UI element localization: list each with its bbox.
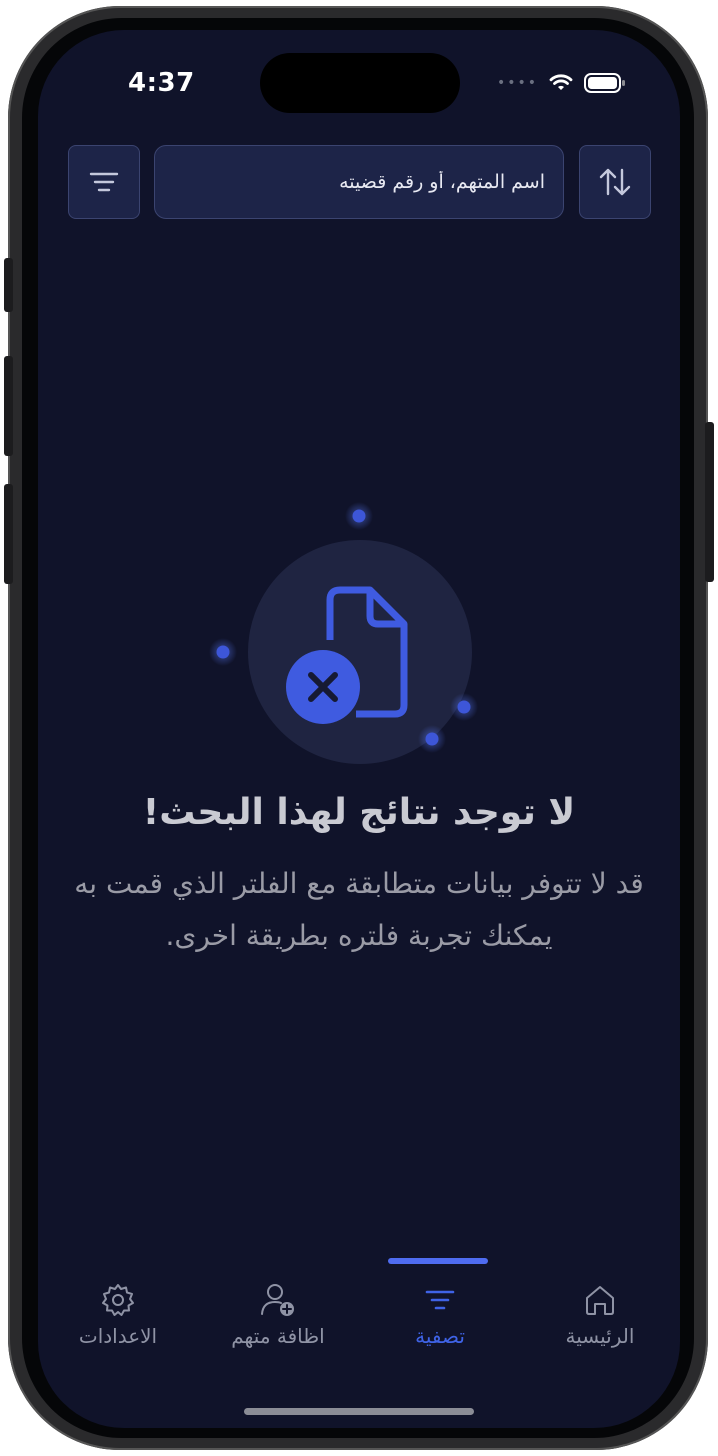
dynamic-island	[260, 53, 460, 113]
search-toolbar	[68, 145, 652, 221]
active-tab-indicator	[388, 1258, 488, 1264]
search-input[interactable]	[171, 170, 547, 194]
tab-add-accused[interactable]: اظافة متهم	[208, 1282, 348, 1382]
tab-settings[interactable]: الاعدادات	[48, 1282, 188, 1382]
filter-button[interactable]	[68, 145, 140, 219]
filter-lines-icon	[89, 170, 119, 194]
gear-icon	[100, 1282, 136, 1318]
home-indicator	[244, 1408, 474, 1415]
search-field[interactable]	[154, 145, 564, 219]
side-button-power	[705, 422, 714, 582]
filter-icon	[424, 1282, 456, 1318]
wifi-icon	[548, 73, 574, 93]
tab-add-accused-label: اظافة متهم	[231, 1324, 325, 1348]
side-button-mute	[4, 258, 13, 312]
tab-filter-label: تصفية	[415, 1324, 465, 1348]
signal-dots-icon: ••••	[496, 75, 538, 91]
status-time: 4:37	[128, 68, 195, 98]
tab-filter[interactable]: تصفية	[370, 1282, 510, 1382]
status-icons: ••••	[497, 72, 626, 94]
sort-arrows-icon	[598, 166, 632, 198]
bottom-tab-bar: الاعدادات اظافة متهم تصفية الرئيسية	[38, 1258, 680, 1368]
empty-state-message: قد لا تتوفر بيانات متطابقة مع الفلتر الذ…	[74, 867, 644, 952]
side-button-volume-down	[4, 484, 13, 584]
empty-state-title: لا توجد نتائج لهذا البحث!	[142, 792, 576, 833]
side-button-volume-up	[4, 356, 13, 456]
sort-button[interactable]	[579, 145, 651, 219]
app-screen: 4:37 •••• اسم المتهم، أو رقم قضيته لا تو…	[38, 30, 680, 1428]
battery-icon	[584, 72, 626, 94]
tab-home[interactable]: الرئيسية	[530, 1282, 670, 1382]
tab-home-label: الرئيسية	[565, 1324, 635, 1348]
home-icon	[582, 1282, 618, 1318]
add-person-icon	[259, 1282, 297, 1318]
tab-settings-label: الاعدادات	[78, 1324, 158, 1348]
empty-state-illustration	[38, 500, 680, 790]
